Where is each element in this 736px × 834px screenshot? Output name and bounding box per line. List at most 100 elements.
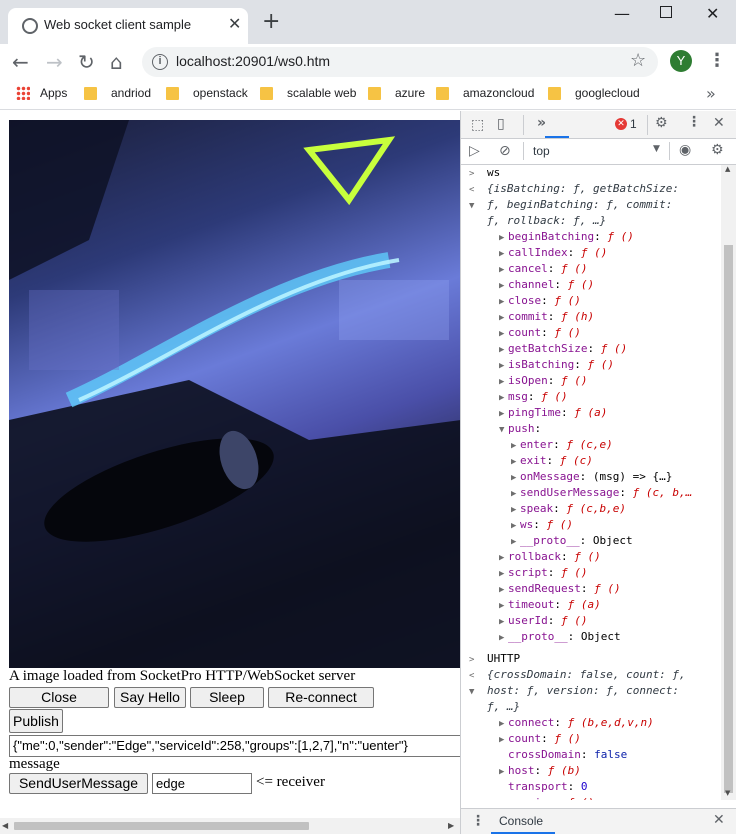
expand-arrow-icon[interactable]: ▶ [499, 310, 508, 326]
console-line[interactable]: ▶ sendRequest: ƒ () [499, 581, 621, 598]
bookmark-item[interactable]: azure [368, 86, 425, 100]
prompt-icon[interactable]: < [469, 668, 487, 684]
vertical-scrollbar[interactable]: ▲ ▼ [721, 165, 736, 800]
close-button[interactable]: Close [9, 687, 109, 708]
horizontal-scrollbar[interactable]: ◀ ▶ [0, 818, 460, 834]
forward-icon[interactable]: → [46, 50, 63, 74]
expand-arrow-icon[interactable]: ▶ [511, 438, 520, 454]
console-line[interactable]: ▶ channel: ƒ () [499, 277, 594, 294]
kebab-menu-icon[interactable]: ⋮ [687, 114, 701, 130]
expand-arrow-icon[interactable]: ▶ [499, 796, 508, 800]
bookmark-item[interactable]: scalable web [260, 86, 356, 100]
message-json-input[interactable]: {"me":0,"sender":"Edge","serviceId":258,… [9, 735, 461, 757]
expand-arrow-icon[interactable]: ▶ [499, 278, 508, 294]
expand-arrow-icon[interactable]: ▶ [499, 716, 508, 732]
bookmark-item[interactable]: googlecloud [548, 86, 640, 100]
console-line[interactable]: ▶ timeout: ƒ (a) [499, 597, 601, 614]
console-line[interactable]: ▶ isBatching: ƒ () [499, 357, 614, 374]
close-window-icon[interactable]: ✕ [706, 4, 719, 23]
device-toggle-icon[interactable]: ▯ [497, 116, 505, 132]
bookmark-item[interactable]: amazoncloud [436, 86, 534, 100]
context-selector[interactable]: top [533, 144, 550, 158]
expand-arrow-icon[interactable]: ▶ [511, 470, 520, 486]
say-hello-button[interactable]: Say Hello [114, 687, 186, 708]
console-output[interactable]: > ws < {isBatching: ƒ, getBatchSize: ▼ ƒ, beg… [461, 165, 721, 800]
error-icon[interactable]: ✕ [615, 118, 627, 130]
expand-arrow-icon[interactable]: ▶ [499, 582, 508, 598]
browser-tab[interactable]: Web socket client sample ✕ [8, 8, 248, 44]
scroll-down-icon[interactable]: ▼ [725, 789, 730, 797]
dropdown-arrow-icon[interactable]: ▼ [653, 144, 660, 154]
console-line[interactable]: ▼ push: [499, 421, 541, 438]
kebab-menu-icon[interactable]: ⋮ [708, 50, 726, 71]
expand-arrow-icon[interactable]: ▶ [499, 406, 508, 422]
error-count[interactable]: 1 [630, 117, 637, 131]
console-drawer-tab[interactable]: Console [499, 814, 543, 828]
bookmark-item[interactable]: openstack [166, 86, 248, 100]
reload-icon[interactable]: ↻ [78, 50, 95, 74]
collapse-arrow-icon[interactable]: ▼ [499, 422, 508, 438]
console-line[interactable]: ▶ __proto__: Object [511, 533, 633, 550]
expand-arrow-icon[interactable]: ▶ [499, 732, 508, 748]
profile-avatar[interactable]: Y [670, 50, 692, 72]
console-line[interactable]: ▶ rollback: ƒ () [499, 549, 601, 566]
expand-arrow-icon[interactable]: ▶ [499, 630, 508, 646]
send-user-message-button[interactable]: SendUserMessage [9, 773, 148, 794]
prompt-icon[interactable]: < [469, 182, 487, 198]
console-line[interactable]: ▶ cancel: ƒ () [499, 261, 588, 278]
url-text[interactable]: localhost:20901/ws0.htm [176, 53, 330, 69]
console-line[interactable]: ▶ host: ƒ (b) [499, 763, 581, 780]
home-icon[interactable]: ⌂ [110, 50, 123, 74]
expand-arrow-icon[interactable]: ▶ [499, 550, 508, 566]
scroll-up-icon[interactable]: ▲ [725, 165, 730, 173]
console-line[interactable]: ▶ count: ƒ () [499, 325, 581, 342]
console-line[interactable]: ▶ msg: ƒ () [499, 389, 568, 406]
collapse-arrow-icon[interactable]: ▼ [469, 198, 487, 214]
console-line[interactable]: ▶ getBatchSize: ƒ () [499, 341, 627, 358]
console-line[interactable]: ▶ count: ƒ () [499, 731, 581, 748]
console-line[interactable]: ▶ userId: ƒ () [499, 613, 588, 630]
sidebar-toggle-icon[interactable]: ▷ [469, 143, 480, 159]
live-expression-eye-icon[interactable]: ◉ [679, 142, 691, 158]
expand-arrow-icon[interactable]: ▶ [511, 534, 520, 550]
more-tabs-icon[interactable]: » [537, 115, 546, 131]
expand-arrow-icon[interactable]: ▶ [511, 502, 520, 518]
console-line[interactable]: ▶ sendUserMessage: ƒ (c, b,… [511, 485, 692, 502]
console-line[interactable]: ▶ enter: ƒ (c,e) [511, 437, 613, 454]
console-line[interactable]: ▶ speak: ƒ (c,b,e) [511, 501, 626, 518]
expand-arrow-icon[interactable]: ▶ [499, 246, 508, 262]
console-line[interactable]: ▶ callIndex: ƒ () [499, 245, 607, 262]
expand-arrow-icon[interactable]: ▶ [499, 374, 508, 390]
back-icon[interactable]: ← [12, 50, 29, 74]
bookmark-star-icon[interactable]: ☆ [630, 50, 646, 71]
chevron-right-icon[interactable]: » [706, 84, 716, 103]
sleep-button[interactable]: Sleep [190, 687, 264, 708]
info-icon[interactable]: i [152, 54, 168, 70]
drawer-menu-icon[interactable]: ⋮ [471, 813, 485, 829]
console-line[interactable]: ▶ script: ƒ () [499, 565, 588, 582]
receiver-input[interactable]: edge [152, 773, 252, 794]
prompt-icon[interactable]: > [469, 652, 487, 668]
expand-arrow-icon[interactable]: ▶ [499, 342, 508, 358]
console-line[interactable]: ▶ commit: ƒ (h) [499, 309, 594, 326]
expand-arrow-icon[interactable]: ▶ [499, 230, 508, 246]
expand-arrow-icon[interactable]: ▶ [499, 358, 508, 374]
expand-arrow-icon[interactable]: ▶ [499, 764, 508, 780]
console-line[interactable]: ▼ host: ƒ, version: ƒ, connect: [469, 683, 679, 700]
expand-arrow-icon[interactable]: ▶ [499, 294, 508, 310]
expand-arrow-icon[interactable]: ▶ [499, 262, 508, 278]
expand-arrow-icon[interactable]: ▶ [499, 390, 508, 406]
bookmark-apps[interactable]: Apps [16, 86, 67, 100]
expand-arrow-icon[interactable]: ▶ [499, 326, 508, 342]
console-line[interactable]: ▶ onMessage: (msg) => {…} [511, 469, 672, 486]
address-bar[interactable]: i localhost:20901/ws0.htm ☆ [142, 47, 658, 77]
expand-arrow-icon[interactable]: ▶ [499, 566, 508, 582]
new-tab-icon[interactable]: + [262, 11, 280, 33]
console-line[interactable]: ▶ close: ƒ () [499, 293, 581, 310]
close-drawer-icon[interactable]: ✕ [713, 812, 725, 828]
inspect-element-icon[interactable]: ⬚ [471, 117, 484, 133]
prompt-icon[interactable]: > [469, 166, 487, 182]
publish-button[interactable]: Publish [9, 709, 63, 733]
collapse-arrow-icon[interactable]: ▼ [469, 684, 487, 700]
scrollbar-thumb[interactable] [14, 822, 309, 830]
